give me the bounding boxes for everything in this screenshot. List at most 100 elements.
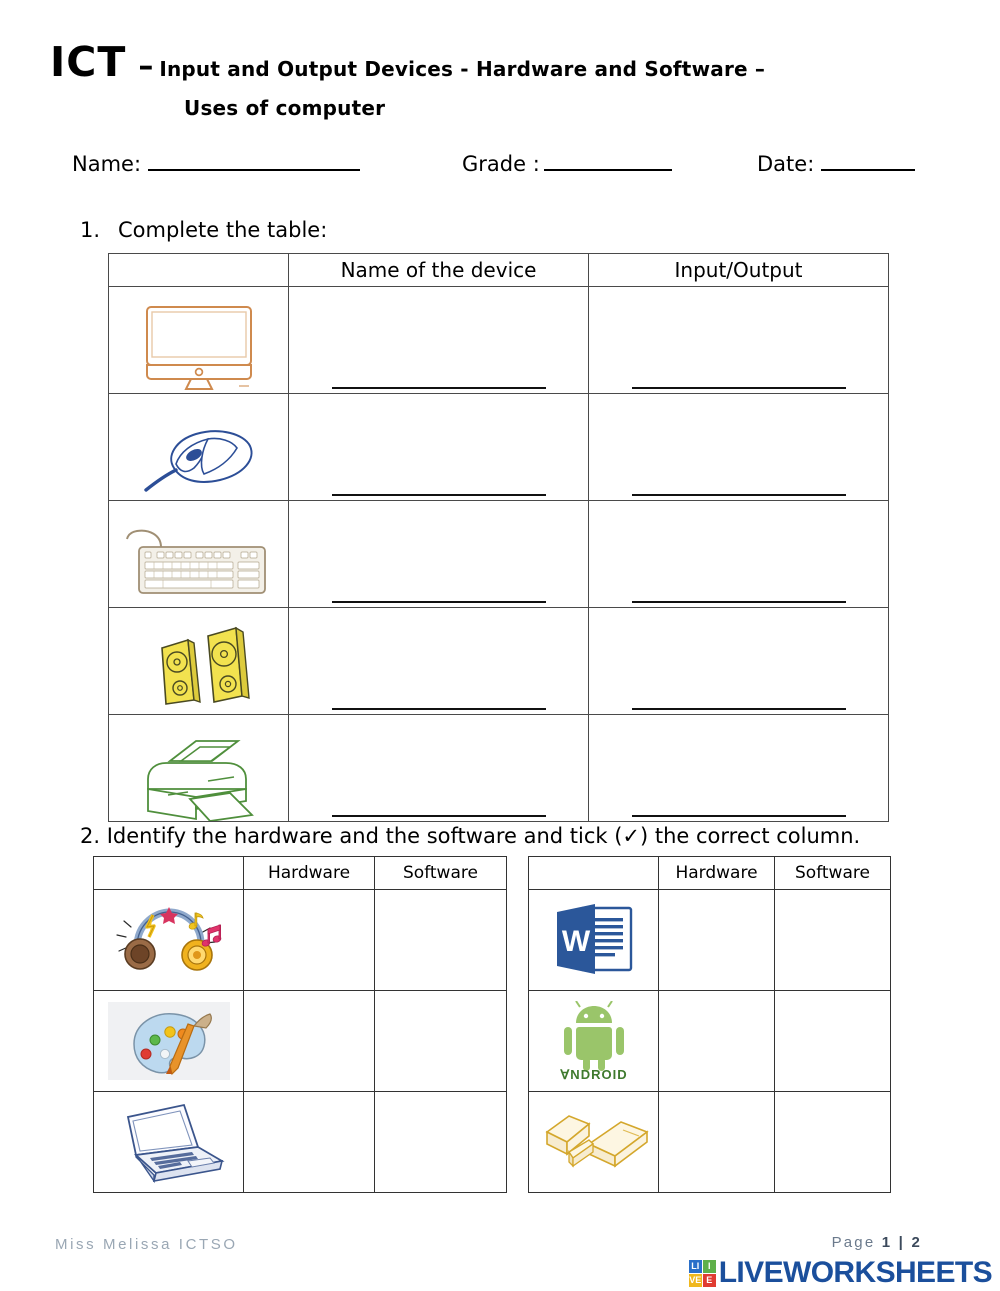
liveworksheets-logo: LI I VE E LIVEWORKSHEETS (688, 1256, 993, 1290)
laptop-icon-cell (93, 1091, 244, 1193)
table-row (108, 500, 889, 608)
table-row (93, 1091, 507, 1193)
usb-flash-drive-icon (529, 1104, 658, 1180)
date-input-line[interactable] (821, 152, 916, 171)
liveworksheets-wordmark: LIVEWORKSHEETS (718, 1256, 993, 1289)
device-name-answer-line[interactable] (331, 707, 546, 710)
printer-icon-cell (108, 714, 289, 822)
page-prefix: Page (831, 1234, 882, 1251)
grade-input-line[interactable] (543, 152, 672, 171)
column-header-software: Software (374, 856, 507, 890)
name-field-group[interactable]: Name: (72, 152, 361, 176)
input-output-answer-cell[interactable] (588, 500, 889, 608)
name-label: Name: (72, 152, 142, 176)
headphones-icon-cell (93, 889, 244, 991)
table-row (108, 393, 889, 501)
logo-square-ve: VE (688, 1273, 702, 1287)
hardware-software-table-right: Hardware Software W ⱯNDROID (528, 856, 891, 1193)
device-name-answer-line[interactable] (331, 493, 546, 496)
paint-palette-icon (94, 1000, 243, 1082)
table-row: ⱯNDROID (528, 990, 891, 1092)
footer-author: Miss Melissa ICTSO (55, 1236, 238, 1253)
table-header-row: Hardware Software (528, 856, 891, 890)
input-output-answer-line[interactable] (631, 600, 846, 603)
page-current: 1 (881, 1234, 893, 1251)
mouse-icon-cell (108, 393, 289, 501)
name-input-line[interactable] (148, 152, 361, 171)
hardware-tick-cell[interactable] (658, 990, 775, 1092)
headphones-icon (94, 899, 243, 981)
column-header-input-output: Input/Output (588, 253, 889, 287)
laptop-icon (94, 1099, 243, 1185)
device-name-answer-cell[interactable] (288, 286, 589, 394)
microsoft-word-icon-cell: W (528, 889, 659, 991)
input-output-answer-cell[interactable] (588, 286, 889, 394)
grade-label: Grade : (462, 152, 540, 176)
question-1-text: Complete the table: (118, 218, 328, 242)
monitor-icon (109, 301, 288, 393)
title-subtitle-line2: Uses of computer (184, 96, 386, 120)
monitor-icon-cell (108, 286, 289, 394)
device-name-answer-cell[interactable] (288, 607, 589, 715)
table-row (93, 990, 507, 1092)
hardware-tick-cell[interactable] (658, 1091, 775, 1193)
microsoft-word-icon: W (529, 902, 658, 978)
student-info-row: Name: Grade : Date: (72, 152, 932, 184)
hardware-tick-cell[interactable] (243, 1091, 375, 1193)
input-output-answer-cell[interactable] (588, 714, 889, 822)
device-name-answer-line[interactable] (331, 814, 546, 817)
speakers-icon-cell (108, 607, 289, 715)
device-name-answer-line[interactable] (331, 600, 546, 603)
question-1-number: 1. (80, 218, 101, 242)
column-header-image (93, 856, 244, 890)
hardware-software-table-left: Hardware Software (93, 856, 507, 1193)
input-output-answer-line[interactable] (631, 386, 846, 389)
column-header-image (108, 253, 289, 287)
table-row (108, 286, 889, 394)
title-subject: ICT (50, 38, 127, 86)
device-name-answer-cell[interactable] (288, 393, 589, 501)
printer-icon (109, 727, 288, 821)
logo-square-li: LI (688, 1259, 702, 1273)
question-2-prompt: 2. Identify the hardware and the softwar… (80, 824, 860, 848)
table-row (108, 714, 889, 822)
date-label: Date: (757, 152, 815, 176)
device-name-answer-line[interactable] (331, 386, 546, 389)
device-name-answer-cell[interactable] (288, 500, 589, 608)
grade-field-group[interactable]: Grade : (462, 152, 672, 176)
title-subtitle: Input and Output Devices - Hardware and … (159, 57, 766, 81)
software-tick-cell[interactable] (774, 889, 891, 991)
hardware-tick-cell[interactable] (243, 990, 375, 1092)
column-header-software: Software (774, 856, 891, 890)
software-tick-cell[interactable] (374, 1091, 507, 1193)
input-output-answer-line[interactable] (631, 814, 846, 817)
footer-page-number: Page 1 | 2 (832, 1234, 922, 1251)
column-header-device-name: Name of the device (288, 253, 589, 287)
table-header-row: Hardware Software (93, 856, 507, 890)
keyboard-icon (109, 523, 288, 607)
column-header-image (528, 856, 659, 890)
table-row (528, 1091, 891, 1193)
input-output-answer-cell[interactable] (588, 393, 889, 501)
title-dash: – (138, 49, 154, 84)
device-name-answer-cell[interactable] (288, 714, 589, 822)
input-output-answer-cell[interactable] (588, 607, 889, 715)
software-tick-cell[interactable] (774, 990, 891, 1092)
date-field-group[interactable]: Date: (757, 152, 916, 176)
table-row (108, 607, 889, 715)
hardware-tick-cell[interactable] (658, 889, 775, 991)
hardware-tick-cell[interactable] (243, 889, 375, 991)
question-2-text: Identify the hardware and the software a… (106, 824, 861, 848)
logo-square-i: I (702, 1259, 716, 1273)
table-header-row: Name of the device Input/Output (108, 253, 889, 287)
software-tick-cell[interactable] (374, 990, 507, 1092)
software-tick-cell[interactable] (774, 1091, 891, 1193)
keyboard-icon-cell (108, 500, 289, 608)
input-output-answer-line[interactable] (631, 707, 846, 710)
android-icon-cell: ⱯNDROID (528, 990, 659, 1092)
input-output-answer-line[interactable] (631, 493, 846, 496)
page-title: ICT – Input and Output Devices - Hardwar… (50, 38, 950, 120)
devices-table: Name of the device Input/Output (108, 253, 889, 822)
software-tick-cell[interactable] (374, 889, 507, 991)
paint-palette-icon-cell (93, 990, 244, 1092)
